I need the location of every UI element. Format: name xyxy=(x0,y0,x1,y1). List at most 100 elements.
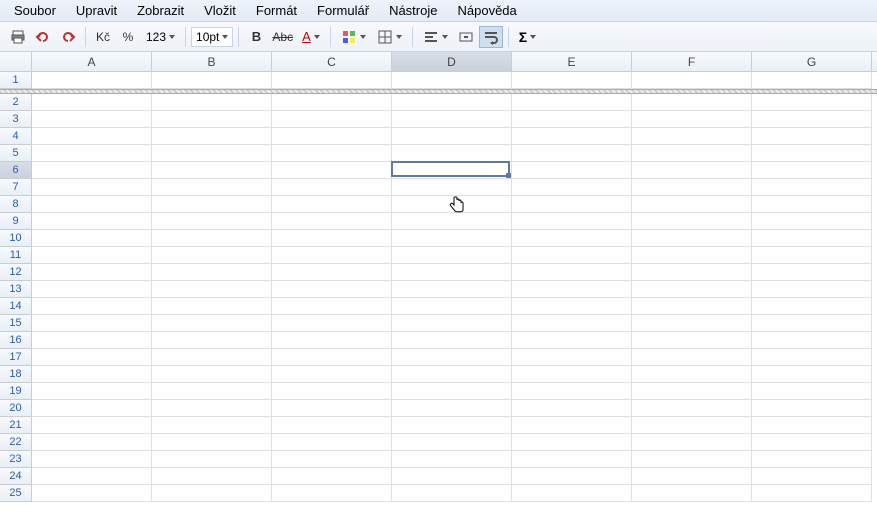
cell-D18[interactable] xyxy=(392,366,512,383)
row-header-5[interactable]: 5 xyxy=(0,145,32,162)
cell-B11[interactable] xyxy=(152,247,272,264)
cell-G18[interactable] xyxy=(752,366,872,383)
freeze-bar[interactable] xyxy=(0,89,877,94)
cell-F3[interactable] xyxy=(632,111,752,128)
cell-B9[interactable] xyxy=(152,213,272,230)
cell-B2[interactable] xyxy=(152,94,272,111)
cell-A25[interactable] xyxy=(32,485,152,502)
cell-D6[interactable] xyxy=(392,162,512,179)
cell-C6[interactable] xyxy=(272,162,392,179)
cell-F6[interactable] xyxy=(632,162,752,179)
cell-C11[interactable] xyxy=(272,247,392,264)
cell-F22[interactable] xyxy=(632,434,752,451)
cell-F19[interactable] xyxy=(632,383,752,400)
col-header-A[interactable]: A xyxy=(32,52,152,71)
cell-C8[interactable] xyxy=(272,196,392,213)
cell-C4[interactable] xyxy=(272,128,392,145)
cell-F14[interactable] xyxy=(632,298,752,315)
cell-A5[interactable] xyxy=(32,145,152,162)
cell-D25[interactable] xyxy=(392,485,512,502)
cell-F18[interactable] xyxy=(632,366,752,383)
undo-button[interactable] xyxy=(31,26,55,48)
cell-E2[interactable] xyxy=(512,94,632,111)
cell-G5[interactable] xyxy=(752,145,872,162)
cell-D12[interactable] xyxy=(392,264,512,281)
cell-F24[interactable] xyxy=(632,468,752,485)
cell-C22[interactable] xyxy=(272,434,392,451)
cell-G12[interactable] xyxy=(752,264,872,281)
cell-B5[interactable] xyxy=(152,145,272,162)
cell-G10[interactable] xyxy=(752,230,872,247)
col-header-F[interactable]: F xyxy=(632,52,752,71)
cell-B8[interactable] xyxy=(152,196,272,213)
cell-G8[interactable] xyxy=(752,196,872,213)
cell-D3[interactable] xyxy=(392,111,512,128)
cell-D15[interactable] xyxy=(392,315,512,332)
cell-A16[interactable] xyxy=(32,332,152,349)
row-header-6[interactable]: 6 xyxy=(0,162,32,179)
cell-F10[interactable] xyxy=(632,230,752,247)
percent-button[interactable]: % xyxy=(116,26,140,48)
cell-A7[interactable] xyxy=(32,179,152,196)
cell-D11[interactable] xyxy=(392,247,512,264)
cell-G7[interactable] xyxy=(752,179,872,196)
cell-E9[interactable] xyxy=(512,213,632,230)
col-header-E[interactable]: E xyxy=(512,52,632,71)
cell-E3[interactable] xyxy=(512,111,632,128)
cell-A4[interactable] xyxy=(32,128,152,145)
cell-E6[interactable] xyxy=(512,162,632,179)
cell-D4[interactable] xyxy=(392,128,512,145)
col-header-C[interactable]: C xyxy=(272,52,392,71)
cell-D7[interactable] xyxy=(392,179,512,196)
cell-C16[interactable] xyxy=(272,332,392,349)
cell-G9[interactable] xyxy=(752,213,872,230)
cell-A12[interactable] xyxy=(32,264,152,281)
cell-C20[interactable] xyxy=(272,400,392,417)
row-header-12[interactable]: 12 xyxy=(0,264,32,281)
row-header-22[interactable]: 22 xyxy=(0,434,32,451)
cell-F1[interactable] xyxy=(632,72,752,89)
cell-C19[interactable] xyxy=(272,383,392,400)
cell-E10[interactable] xyxy=(512,230,632,247)
row-header-7[interactable]: 7 xyxy=(0,179,32,196)
cell-E18[interactable] xyxy=(512,366,632,383)
cell-A21[interactable] xyxy=(32,417,152,434)
cell-F13[interactable] xyxy=(632,281,752,298)
cell-B6[interactable] xyxy=(152,162,272,179)
cell-C21[interactable] xyxy=(272,417,392,434)
menu-form[interactable]: Formulář xyxy=(307,1,379,20)
cell-B1[interactable] xyxy=(152,72,272,89)
cell-A15[interactable] xyxy=(32,315,152,332)
cell-B20[interactable] xyxy=(152,400,272,417)
row-header-10[interactable]: 10 xyxy=(0,230,32,247)
cell-B18[interactable] xyxy=(152,366,272,383)
cell-C13[interactable] xyxy=(272,281,392,298)
cell-D20[interactable] xyxy=(392,400,512,417)
cell-E24[interactable] xyxy=(512,468,632,485)
cell-B14[interactable] xyxy=(152,298,272,315)
cell-F2[interactable] xyxy=(632,94,752,111)
cell-E8[interactable] xyxy=(512,196,632,213)
cell-G15[interactable] xyxy=(752,315,872,332)
cell-B19[interactable] xyxy=(152,383,272,400)
cell-F9[interactable] xyxy=(632,213,752,230)
menu-file[interactable]: Soubor xyxy=(4,1,66,20)
cell-B22[interactable] xyxy=(152,434,272,451)
cell-D2[interactable] xyxy=(392,94,512,111)
cell-F7[interactable] xyxy=(632,179,752,196)
row-header-4[interactable]: 4 xyxy=(0,128,32,145)
cell-B24[interactable] xyxy=(152,468,272,485)
cell-D22[interactable] xyxy=(392,434,512,451)
cell-E5[interactable] xyxy=(512,145,632,162)
row-header-15[interactable]: 15 xyxy=(0,315,32,332)
strikethrough-button[interactable]: Abc xyxy=(269,26,296,48)
cell-C7[interactable] xyxy=(272,179,392,196)
cell-D14[interactable] xyxy=(392,298,512,315)
cell-F8[interactable] xyxy=(632,196,752,213)
cell-B7[interactable] xyxy=(152,179,272,196)
cell-G19[interactable] xyxy=(752,383,872,400)
cell-F17[interactable] xyxy=(632,349,752,366)
cell-C12[interactable] xyxy=(272,264,392,281)
cell-F16[interactable] xyxy=(632,332,752,349)
more-formats-dropdown[interactable]: 123 xyxy=(141,26,180,48)
